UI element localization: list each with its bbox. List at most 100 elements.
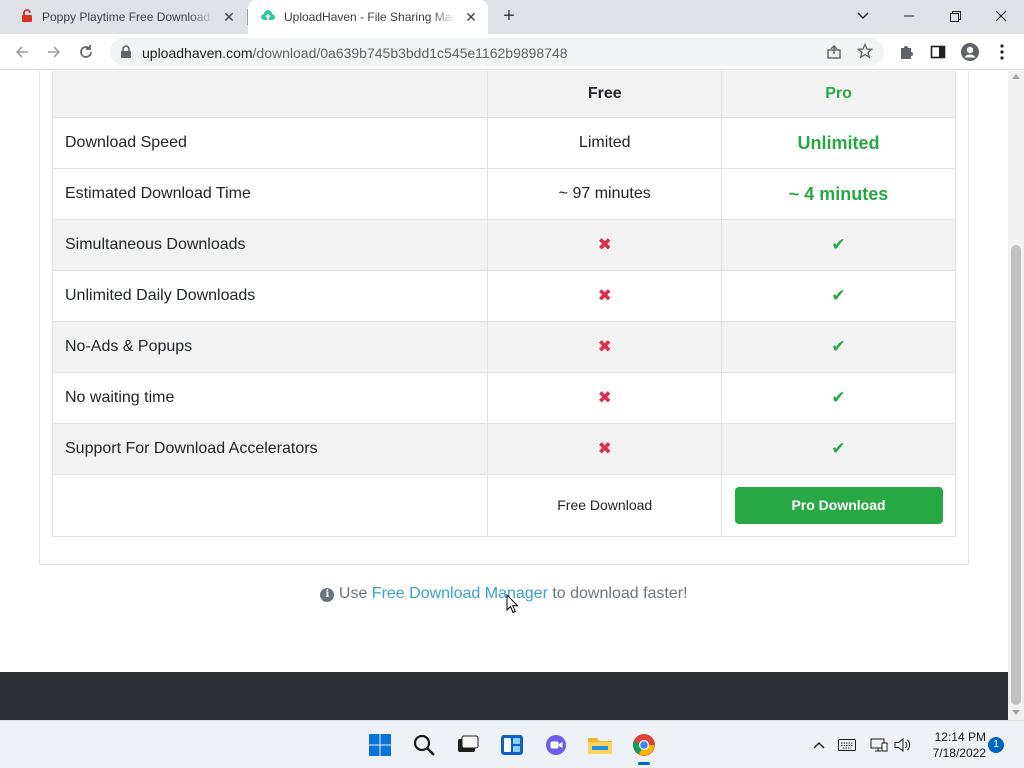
star-icon[interactable] xyxy=(856,42,874,64)
profile-button[interactable] xyxy=(958,40,982,64)
header-pro: Pro xyxy=(721,71,956,118)
chevron-down-icon xyxy=(857,12,869,19)
forward-button[interactable] xyxy=(42,40,66,64)
check-icon: ✔ xyxy=(831,286,846,305)
check-icon: ✔ xyxy=(831,439,846,458)
url-host: uploadhaven.com xyxy=(142,45,253,61)
extensions-button[interactable] xyxy=(894,40,918,64)
volume-icon[interactable] xyxy=(894,736,912,754)
cross-icon: ✖ xyxy=(597,388,612,407)
feature-label: No-Ads & Popups xyxy=(51,321,489,373)
close-icon[interactable]: ✕ xyxy=(464,10,478,24)
url-path: /download/0a639b745b3bdd1c545e1162b98987… xyxy=(252,45,568,61)
plan-comparison-table: Free Pro Download Speed Limited Unlimite… xyxy=(51,71,956,537)
side-panel-button[interactable] xyxy=(926,40,950,64)
feature-label: Estimated Download Time xyxy=(51,168,489,220)
reload-button[interactable] xyxy=(74,40,98,64)
feature-label: Simultaneous Downloads xyxy=(51,219,489,271)
cross-icon: ✖ xyxy=(597,337,612,356)
table-row: Download Speed Limited Unlimited xyxy=(51,117,956,169)
mouse-pointer-icon xyxy=(506,593,520,619)
avatar-icon xyxy=(961,43,979,61)
scroll-up-arrow-icon[interactable] xyxy=(1012,74,1020,79)
empty-cell xyxy=(51,474,489,537)
free-download-button[interactable]: Free Download xyxy=(557,497,652,513)
keyboard-icon[interactable] xyxy=(838,736,856,754)
address-bar[interactable]: uploadhaven.com/download/0a639b745b3bdd1… xyxy=(110,38,884,66)
clock-date: 7/18/2022 xyxy=(932,746,986,760)
free-value: Limited xyxy=(487,117,723,169)
feature-label: Unlimited Daily Downloads xyxy=(51,270,489,322)
free-download-manager-link[interactable]: Free Download Manager xyxy=(372,585,548,602)
cross-icon: ✖ xyxy=(597,235,612,254)
cross-icon: ✖ xyxy=(597,439,612,458)
restore-button[interactable] xyxy=(932,0,978,32)
tab-strip: Poppy Playtime Free Download ( ✕ UploadH… xyxy=(0,0,1024,34)
start-button[interactable] xyxy=(364,729,396,761)
search-button[interactable] xyxy=(408,729,440,761)
header-free: Free xyxy=(487,71,723,118)
scrollbar-thumb[interactable] xyxy=(1011,245,1021,705)
chat-button[interactable] xyxy=(540,729,572,761)
pro-value: Unlimited xyxy=(721,117,956,169)
tab-title: Poppy Playtime Free Download ( xyxy=(42,10,214,24)
chrome-button[interactable] xyxy=(628,729,660,765)
pro-download-button[interactable]: Pro Download xyxy=(734,487,943,524)
system-clock[interactable]: 12:14 PM 7/18/2022 xyxy=(920,729,986,761)
page-footer xyxy=(0,672,1008,720)
close-window-button[interactable] xyxy=(978,0,1024,32)
task-view-icon xyxy=(458,735,479,752)
table-footer-row: Free Download Pro Download xyxy=(51,474,956,537)
browser-toolbar: uploadhaven.com/download/0a639b745b3bdd1… xyxy=(0,34,1024,70)
tab-title: UploadHaven - File Sharing Made xyxy=(284,10,456,24)
folder-icon xyxy=(588,738,612,754)
chrome-icon xyxy=(632,734,655,756)
lock-icon[interactable] xyxy=(120,45,132,64)
check-icon: ✔ xyxy=(831,337,846,356)
feature-label: Support For Download Accelerators xyxy=(51,423,489,475)
page-viewport: Free Pro Download Speed Limited Unlimite… xyxy=(0,71,1008,720)
arrow-left-icon xyxy=(15,46,28,58)
free-value: ~ 97 minutes xyxy=(487,168,723,220)
feature-label: Download Speed xyxy=(51,117,489,169)
close-icon xyxy=(995,10,1007,22)
puzzle-icon xyxy=(901,46,913,59)
file-explorer-button[interactable] xyxy=(584,729,616,761)
reload-icon xyxy=(80,45,92,58)
info-icon: i xyxy=(320,588,335,602)
windows-taskbar: 12:14 PM 7/18/2022 1 xyxy=(0,720,1024,768)
table-row: No-Ads & Popups ✖ ✔ xyxy=(51,321,956,373)
menu-button[interactable] xyxy=(990,40,1014,64)
tip-suffix: to download faster! xyxy=(552,585,688,602)
teams-chat-icon xyxy=(546,735,566,755)
new-tab-button[interactable]: + xyxy=(498,6,520,28)
share-icon[interactable] xyxy=(826,44,842,65)
pro-value: ~ 4 minutes xyxy=(721,168,956,220)
scroll-down-arrow-icon[interactable] xyxy=(1012,710,1020,715)
minimize-button[interactable] xyxy=(886,0,932,32)
table-row: No waiting time ✖ ✔ xyxy=(51,372,956,424)
show-hidden-icons-button[interactable] xyxy=(810,736,828,754)
cross-icon: ✖ xyxy=(597,286,612,305)
table-row: Unlimited Daily Downloads ✖ ✔ xyxy=(51,270,956,322)
kebab-menu-icon xyxy=(1000,44,1004,60)
check-icon: ✔ xyxy=(831,235,846,254)
notification-badge[interactable]: 1 xyxy=(988,737,1004,753)
tab-uploadhaven[interactable]: UploadHaven - File Sharing Made ✕ xyxy=(248,0,488,34)
table-row: Simultaneous Downloads ✖ ✔ xyxy=(51,219,956,271)
widgets-icon xyxy=(501,735,523,755)
check-icon: ✔ xyxy=(831,388,846,407)
restore-icon xyxy=(949,10,961,22)
windows-logo-icon xyxy=(369,734,391,756)
close-icon[interactable]: ✕ xyxy=(222,10,236,24)
widgets-button[interactable] xyxy=(496,729,528,761)
page-scrollbar[interactable] xyxy=(1008,71,1024,720)
side-panel-icon xyxy=(930,45,946,59)
table-row: Support For Download Accelerators ✖ ✔ xyxy=(51,423,956,475)
task-view-button[interactable] xyxy=(452,729,484,761)
tab-poppy-playtime[interactable]: Poppy Playtime Free Download ( ✕ xyxy=(8,0,246,34)
header-feature xyxy=(51,71,489,118)
network-icon[interactable] xyxy=(870,736,888,754)
back-button[interactable] xyxy=(10,40,34,64)
tab-search-button[interactable] xyxy=(840,0,886,32)
